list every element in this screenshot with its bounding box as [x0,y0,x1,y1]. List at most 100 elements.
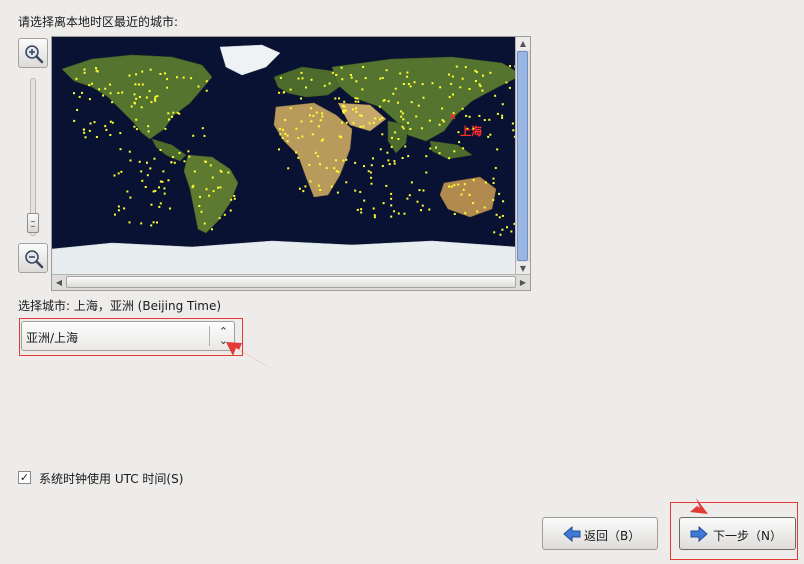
city-dot[interactable] [137,83,140,86]
city-dot[interactable] [462,188,465,191]
city-dot[interactable] [75,77,78,80]
city-dot[interactable] [450,82,453,85]
city-dot[interactable] [109,92,112,95]
map-horizontal-scrollbar[interactable]: ◀ ▶ [52,274,530,290]
city-dot[interactable] [390,215,393,218]
city-dot[interactable] [298,187,301,190]
city-dot[interactable] [425,171,428,174]
city-dot[interactable] [126,190,129,193]
city-dot[interactable] [88,129,91,132]
city-dot[interactable] [147,130,150,133]
city-dot[interactable] [152,190,155,193]
city-dot[interactable] [310,107,313,110]
next-button[interactable]: 下一步（N） [679,517,796,550]
city-dot[interactable] [441,107,444,110]
city-dot[interactable] [315,111,318,114]
city-dot[interactable] [409,128,412,130]
city-dot[interactable] [317,155,319,158]
city-dot[interactable] [279,133,282,136]
city-dot[interactable] [128,221,131,224]
city-dot[interactable] [511,122,514,125]
city-dot[interactable] [496,148,499,151]
city-dot[interactable] [355,107,358,110]
city-dot[interactable] [167,179,170,182]
city-dot[interactable] [111,121,114,124]
city-dot[interactable] [453,150,456,153]
city-dot[interactable] [111,101,114,104]
city-dot[interactable] [385,184,388,187]
city-dot[interactable] [153,157,156,160]
city-dot[interactable] [381,77,384,79]
city-dot[interactable] [120,170,123,173]
city-dot[interactable] [149,167,152,170]
city-dot[interactable] [282,128,284,131]
city-dot[interactable] [89,122,92,125]
scroll-left-arrow-icon[interactable]: ◀ [52,275,66,290]
city-dot[interactable] [508,86,511,89]
city-dot[interactable] [283,91,286,94]
city-dot[interactable] [360,211,363,214]
city-dot[interactable] [338,135,341,138]
city-dot[interactable] [390,192,393,195]
city-dot[interactable] [309,180,312,183]
city-dot[interactable] [73,92,75,95]
city-dot[interactable] [163,187,166,190]
city-dot[interactable] [506,226,508,229]
city-dot[interactable] [156,221,158,224]
city-dot[interactable] [335,159,337,162]
city-dot[interactable] [78,95,81,98]
city-dot[interactable] [406,75,409,78]
city-dot[interactable] [438,123,441,126]
city-dot[interactable] [391,136,393,139]
city-dot[interactable] [129,159,132,162]
city-dot[interactable] [233,197,236,200]
city-dot[interactable] [505,81,508,84]
city-dot[interactable] [199,195,201,198]
city-dot[interactable] [230,198,233,201]
city-dot[interactable] [98,88,101,91]
city-dot[interactable] [289,107,292,110]
city-dot[interactable] [300,71,303,74]
city-dot[interactable] [212,190,215,193]
city-dot[interactable] [431,82,434,85]
city-dot[interactable] [229,209,232,212]
city-dot[interactable] [481,89,484,92]
city-dot[interactable] [201,127,204,130]
city-dot[interactable] [331,71,334,74]
city-dot[interactable] [109,120,112,123]
city-dot[interactable] [489,71,492,74]
city-dot[interactable] [135,118,138,121]
city-dot[interactable] [158,186,160,189]
city-dot[interactable] [188,155,191,158]
city-dot[interactable] [448,96,451,99]
city-dot[interactable] [133,125,136,128]
city-dot[interactable] [345,158,348,161]
city-dot[interactable] [134,83,137,86]
city-dot[interactable] [417,104,420,107]
city-dot[interactable] [422,96,425,99]
city-dot[interactable] [382,99,385,102]
city-dot[interactable] [512,129,515,132]
city-dot[interactable] [390,145,393,148]
city-dot[interactable] [192,134,195,137]
city-dot[interactable] [333,167,336,170]
city-dot[interactable] [138,96,141,98]
city-dot[interactable] [310,120,313,123]
city-dot[interactable] [354,97,357,100]
city-dot[interactable] [300,120,303,123]
city-dot[interactable] [217,186,219,189]
city-dot[interactable] [159,149,162,151]
city-dot[interactable] [123,207,126,210]
city-dot[interactable] [429,147,432,150]
city-dot[interactable] [130,105,133,108]
city-dot[interactable] [498,216,501,219]
city-dot[interactable] [400,115,403,118]
city-dot[interactable] [336,191,339,194]
city-dot[interactable] [385,69,388,72]
city-dot[interactable] [150,224,153,227]
city-dot[interactable] [397,101,399,104]
city-dot[interactable] [425,155,428,158]
city-dot[interactable] [158,205,161,208]
city-dot[interactable] [171,156,174,159]
city-dot[interactable] [381,117,384,119]
